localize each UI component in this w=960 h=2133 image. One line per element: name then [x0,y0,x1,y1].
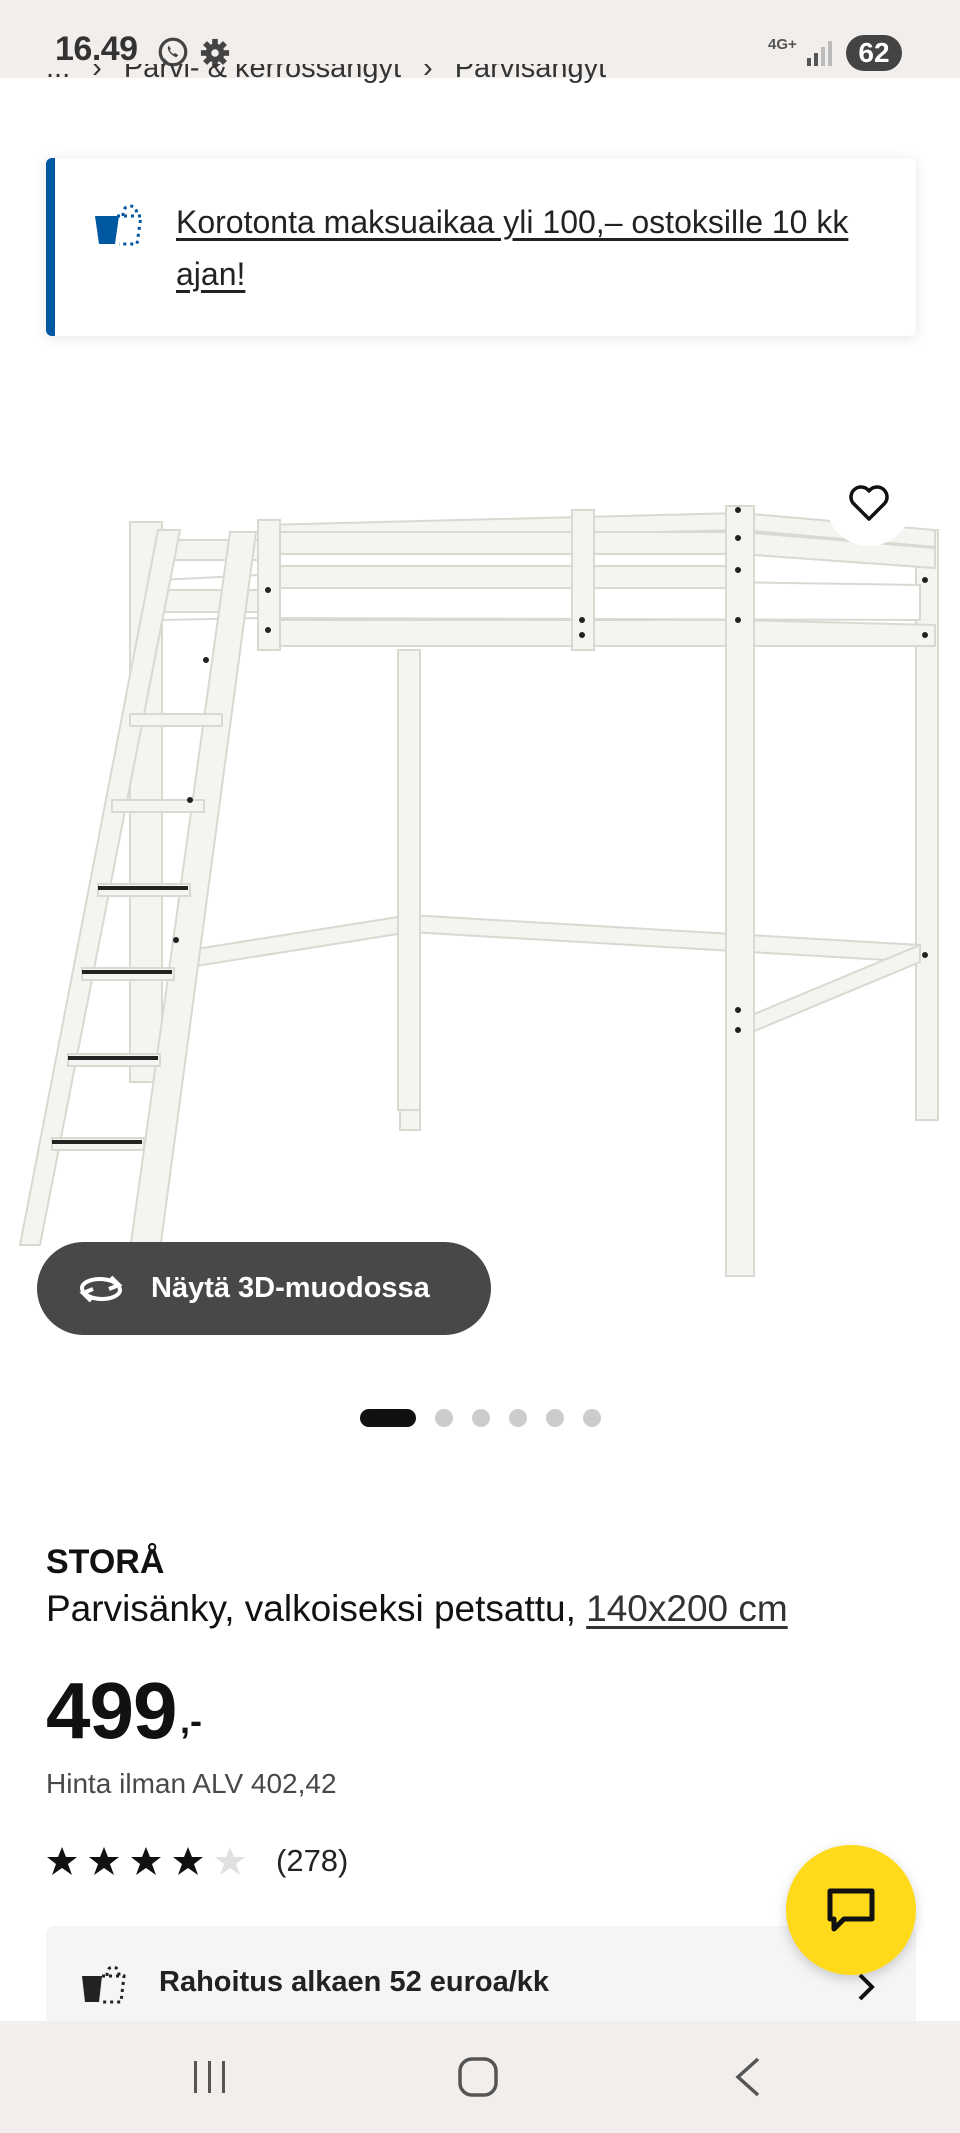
carousel-dot[interactable] [583,1409,601,1427]
heart-outline-icon [849,485,889,521]
favorite-button[interactable] [826,460,912,546]
breadcrumb-separator: › [423,64,433,84]
home-icon[interactable] [456,2055,500,2099]
product-brand: STORÅ [46,1543,165,1581]
star-filled-icon [89,1847,119,1875]
product-price-suffix: ,- [180,1700,202,1741]
system-navigation-bar [0,2021,960,2133]
view-3d-label: Näytä 3D-muodossa [151,1272,430,1304]
carousel-dot[interactable] [509,1409,527,1427]
carousel-indicator [360,1409,601,1427]
breadcrumb-item-loft-bunk-beds[interactable]: Parvi- & kerrossängyt [124,64,401,85]
star-filled-icon [131,1847,161,1875]
carousel-dot-active[interactable] [360,1409,416,1427]
product-size-link[interactable]: 140x200 cm [586,1588,788,1629]
product-price: 499 [46,1666,177,1755]
network-type: 4G+ [768,36,797,53]
breadcrumb-separator: › [92,64,102,84]
financing-label: Rahoitus alkaen 52 euroa/kk [159,1966,550,1998]
carousel-dot[interactable] [546,1409,564,1427]
star-filled-icon [173,1847,203,1875]
star-empty-icon [215,1847,245,1875]
chat-button[interactable] [786,1845,916,1975]
chat-bubble-icon [827,1888,875,1932]
recent-apps-icon[interactable] [190,2057,230,2097]
shopping-bag-icon [95,204,143,246]
chevron-right-icon [858,1973,875,2001]
product-image[interactable] [0,470,960,1300]
promo-banner[interactable]: Korotonta maksuaikaa yli 100,– ostoksill… [46,158,916,336]
back-icon[interactable] [730,2055,766,2099]
battery-level: 62 [846,35,902,71]
signal-strength-icon [807,41,832,66]
price-without-vat: Hinta ilman ALV 402,42 [46,1768,337,1799]
product-description-text: Parvisänky, valkoiseksi petsattu, [46,1588,576,1629]
review-count[interactable]: (278) [276,1843,348,1879]
product-description: Parvisänky, valkoiseksi petsattu, 140x20… [46,1588,788,1630]
breadcrumb-item-loft-beds[interactable]: Parvisängyt [455,64,607,85]
rating-stars[interactable]: (278) [46,1843,348,1879]
breadcrumb-ellipsis[interactable]: ... [46,64,70,85]
view-3d-button[interactable]: Näytä 3D-muodossa [37,1242,491,1335]
promo-link[interactable]: Korotonta maksuaikaa yli 100,– ostoksill… [176,196,896,300]
carousel-dot[interactable] [472,1409,490,1427]
shopping-bag-icon [82,1965,126,2004]
star-filled-icon [47,1847,77,1875]
rotate-icon [79,1275,123,1302]
breadcrumb: ... › Parvi- & kerrossängyt › Parvisängy… [46,64,606,104]
carousel-dot[interactable] [435,1409,453,1427]
